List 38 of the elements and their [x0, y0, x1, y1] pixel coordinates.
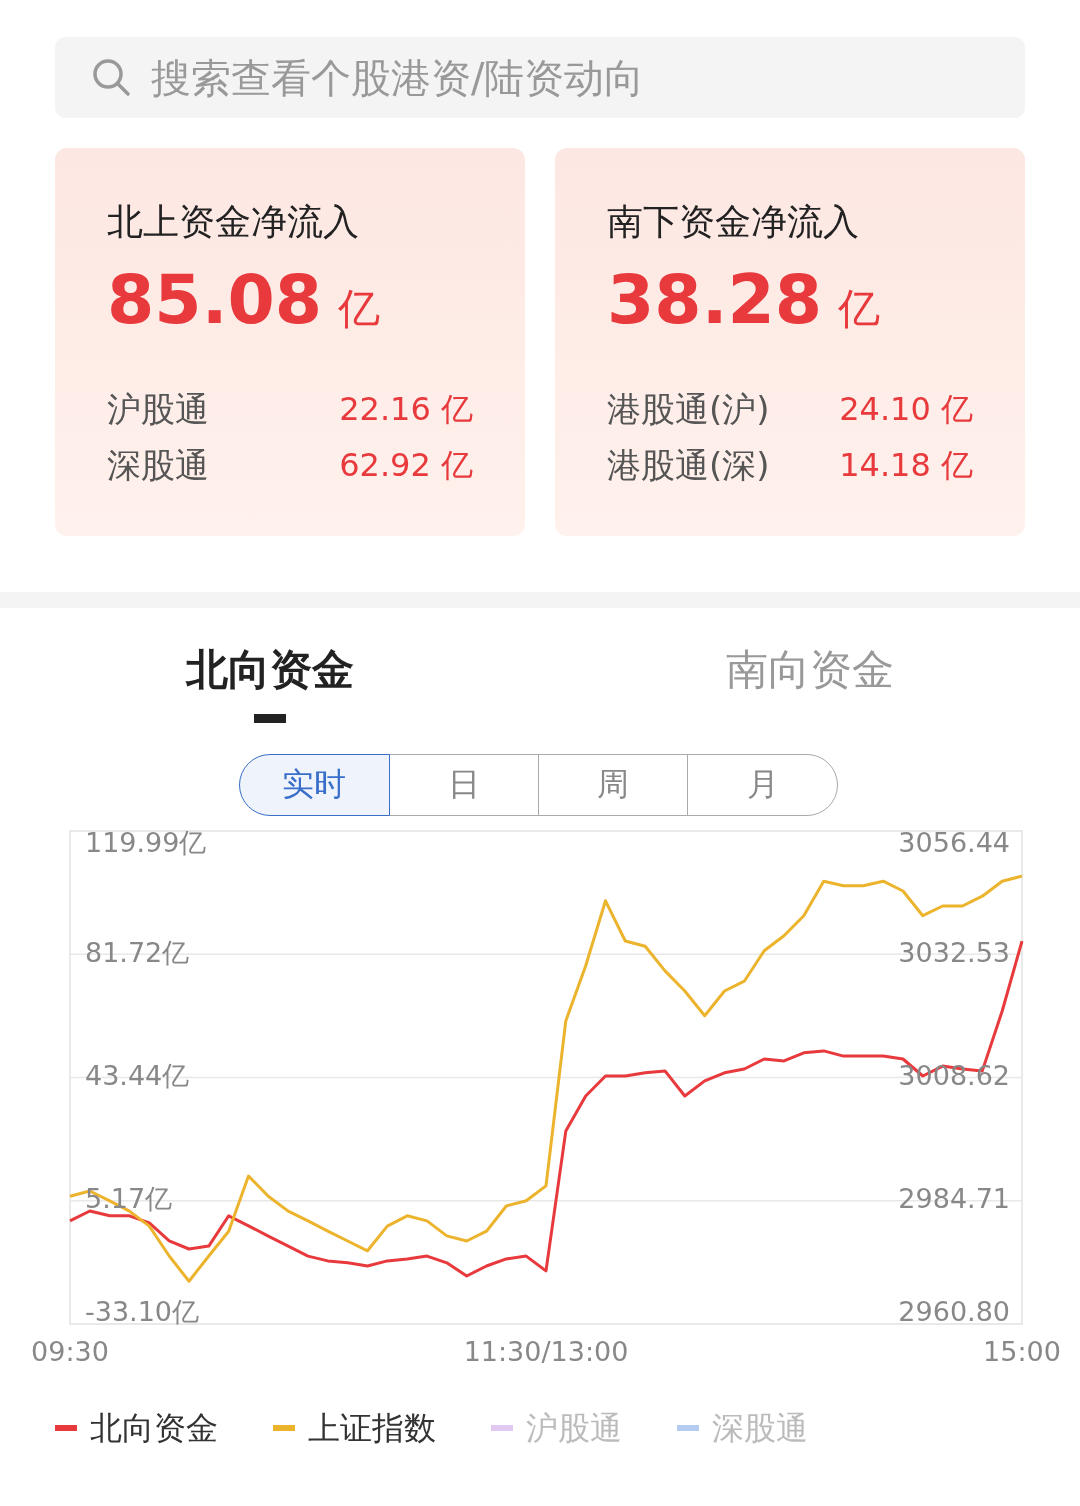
axis-label: 43.44亿 — [85, 1060, 190, 1091]
legend-item[interactable]: 北向资金 — [90, 1406, 218, 1450]
card-title: 南下资金净流入 — [607, 200, 860, 244]
legend-item[interactable]: 深股通 — [712, 1406, 808, 1450]
channel-value: 22.16 亿 — [339, 389, 473, 430]
axis-label: 3032.53 — [898, 936, 1010, 968]
axis-label: 119.99亿 — [85, 826, 207, 858]
axis-label: 15:00 — [983, 1335, 1061, 1367]
tab[interactable]: 南向资金 — [540, 608, 1080, 724]
period-button[interactable]: 周 — [537, 754, 689, 816]
axis-label: 81.72亿 — [85, 936, 190, 968]
channel-value: 14.18 亿 — [839, 445, 973, 486]
legend-item[interactable]: 沪股通 — [526, 1406, 622, 1450]
channel-label: 港股通(沪) — [607, 388, 771, 431]
axis-label: 11:30/13:00 — [463, 1335, 629, 1367]
unit-label: 亿 — [838, 283, 881, 335]
search-icon — [91, 57, 131, 97]
channel-label: 港股通(深) — [607, 444, 771, 487]
axis-label: 3056.44 — [898, 826, 1010, 858]
period-button[interactable]: 月 — [687, 754, 838, 816]
channel-label: 沪股通 — [107, 388, 210, 431]
net-inflow-amount: 85.08 — [107, 260, 323, 339]
axis-label: 09:30 — [31, 1335, 109, 1367]
axis-label: 2984.71 — [898, 1183, 1010, 1215]
channel-label: 深股通 — [107, 444, 210, 487]
period-button[interactable]: 实时 — [238, 754, 390, 816]
tab[interactable]: 北向资金 — [0, 608, 540, 724]
channel-value: 24.10 亿 — [839, 389, 973, 430]
legend-item[interactable]: 上证指数 — [308, 1406, 436, 1450]
axis-label: 3008.62 — [898, 1060, 1010, 1091]
search-field[interactable]: 搜索查看个股港资/陆资动向 — [55, 37, 1025, 118]
net-inflow-amount: 38.28 — [607, 260, 823, 339]
axis-label: -33.10亿 — [85, 1295, 200, 1327]
channel-value: 62.92 亿 — [339, 445, 473, 486]
axis-label: 2960.80 — [898, 1295, 1010, 1327]
unit-label: 亿 — [338, 283, 381, 335]
card-title: 北上资金净流入 — [107, 200, 360, 244]
period-button[interactable]: 日 — [388, 754, 539, 816]
